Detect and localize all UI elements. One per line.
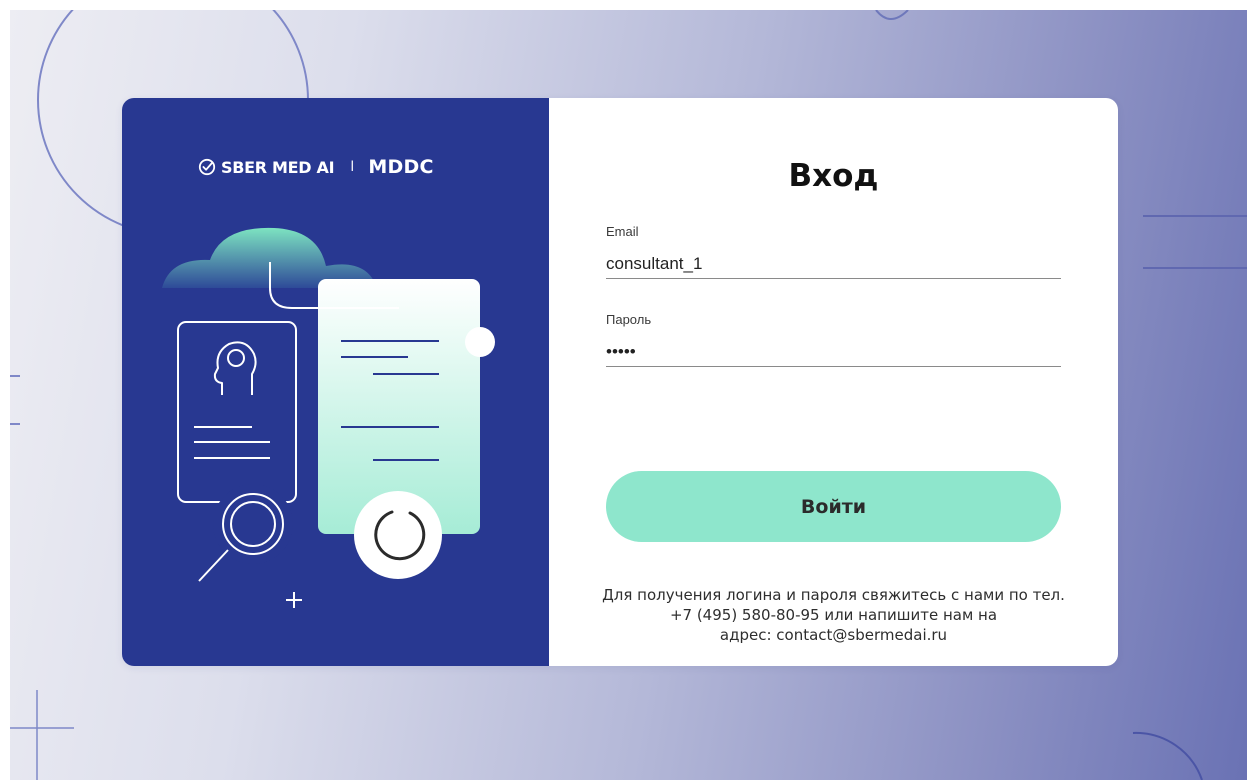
email-input[interactable] bbox=[606, 249, 1061, 279]
login-card: SBER MED AI I MDDC Вход Email consultant… bbox=[122, 98, 1118, 666]
node-dot bbox=[465, 327, 495, 357]
password-field-group: Пароль bbox=[606, 312, 1061, 367]
email-label: Email bbox=[606, 224, 639, 239]
help-line-3: адрес: contact@sbermedai.ru bbox=[719, 626, 948, 644]
head-icon bbox=[213, 341, 257, 395]
magnifier-icon bbox=[198, 484, 293, 582]
loading-spinner-icon bbox=[354, 491, 442, 579]
brand-panel: SBER MED AI I MDDC bbox=[122, 98, 549, 666]
medical-illustration bbox=[162, 227, 495, 608]
decor-arc-bottom-right bbox=[1132, 731, 1203, 780]
plus-icon bbox=[286, 592, 302, 608]
help-line-2: +7 (495) 580-80-95 или напишите нам на bbox=[669, 606, 998, 624]
password-label: Пароль bbox=[606, 312, 652, 327]
decor-arc-top bbox=[875, 10, 909, 20]
login-panel: Вход Email Пароль Войти Для получения ло… bbox=[549, 98, 1118, 666]
id-card-icon bbox=[177, 321, 297, 503]
email-field-group: Email bbox=[606, 224, 1061, 279]
help-text: Для получения логина и пароля свяжитесь … bbox=[569, 585, 1098, 645]
password-input[interactable] bbox=[606, 337, 1061, 367]
login-title: Вход bbox=[788, 158, 879, 194]
login-button[interactable]: Войти bbox=[606, 471, 1061, 542]
help-line-1: Для получения логина и пароля свяжитесь … bbox=[602, 586, 1065, 604]
